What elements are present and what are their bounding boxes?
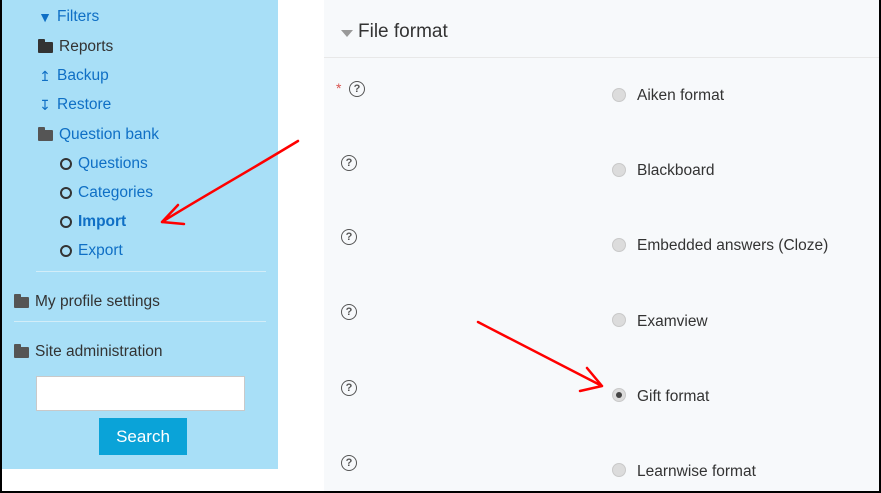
app-frame: ▼ Filters Reports ↥ Backup ↧ Restore Que… [0, 0, 881, 493]
section-title: File format [358, 21, 448, 42]
sidebar-item-questions[interactable]: Questions [60, 155, 148, 173]
help-icon[interactable]: ? [341, 455, 357, 471]
folder-icon [14, 343, 29, 358]
search-button[interactable]: Search [99, 418, 187, 455]
divider [14, 321, 266, 322]
download-icon: ↧ [39, 96, 51, 113]
circle-icon [60, 216, 72, 228]
option-label: Examview [637, 313, 708, 330]
radio-aiken-format[interactable] [612, 88, 626, 102]
sidebar-item-label: Export [78, 242, 123, 259]
sidebar-item-label: Categories [78, 184, 153, 201]
help-icon[interactable]: ? [341, 229, 357, 245]
search-input[interactable] [36, 376, 245, 411]
option-label: Gift format [637, 388, 710, 405]
sidebar-item-import[interactable]: Import [60, 213, 126, 231]
folder-icon [38, 38, 53, 53]
option-label: Learnwise format [637, 463, 756, 480]
sidebar-item-label: Question bank [59, 126, 159, 143]
sidebar-item-label: My profile settings [35, 293, 160, 310]
circle-icon [60, 187, 72, 199]
circle-icon [60, 245, 72, 257]
radio-learnwise-format[interactable] [612, 463, 626, 477]
sidebar-item-restore[interactable]: ↧ Restore [36, 96, 111, 114]
sidebar-item-backup[interactable]: ↥ Backup [36, 67, 109, 85]
circle-icon [60, 158, 72, 170]
sidebar-item-label: Backup [57, 67, 109, 84]
radio-examview[interactable] [612, 313, 626, 327]
radio-embedded-answers[interactable] [612, 238, 626, 252]
sidebar-item-label: Import [78, 213, 127, 230]
funnel-icon: ▼ [38, 9, 52, 25]
main-content: File format * ? Aiken format ? Blackboar… [324, 0, 879, 491]
collapse-triangle-icon[interactable] [341, 30, 353, 37]
required-asterisk: * [336, 80, 342, 96]
sidebar-item-label: Questions [78, 155, 148, 172]
folder-icon [14, 293, 29, 308]
sidebar-item-filters[interactable]: ▼ Filters [36, 8, 99, 26]
sidebar-item-label: Site administration [35, 343, 163, 360]
option-label: Blackboard [637, 162, 715, 179]
sidebar-item-label: Filters [57, 8, 100, 25]
radio-gift-format[interactable] [612, 388, 626, 402]
sidebar-item-question-bank[interactable]: Question bank [38, 126, 159, 144]
option-label: Aiken format [637, 87, 725, 104]
help-icon[interactable]: ? [341, 304, 357, 320]
sidebar-item-export[interactable]: Export [60, 242, 123, 260]
sidebar-item-reports[interactable]: Reports [38, 38, 113, 56]
sidebar-item-categories[interactable]: Categories [60, 184, 153, 202]
help-icon[interactable]: ? [341, 155, 357, 171]
folder-open-icon [38, 126, 53, 141]
divider [36, 271, 266, 272]
upload-icon: ↥ [39, 67, 51, 84]
sidebar-item-profile-settings[interactable]: My profile settings [14, 293, 160, 311]
help-icon[interactable]: ? [349, 81, 365, 97]
radio-blackboard[interactable] [612, 163, 626, 177]
option-label: Embedded answers (Cloze) [637, 237, 829, 254]
sidebar-item-label: Reports [59, 38, 114, 55]
section-header[interactable]: File format [324, 0, 879, 58]
sidebar-item-site-administration[interactable]: Site administration [14, 343, 163, 361]
sidebar: ▼ Filters Reports ↥ Backup ↧ Restore Que… [2, 0, 278, 469]
help-icon[interactable]: ? [341, 380, 357, 396]
sidebar-item-label: Restore [57, 96, 112, 113]
